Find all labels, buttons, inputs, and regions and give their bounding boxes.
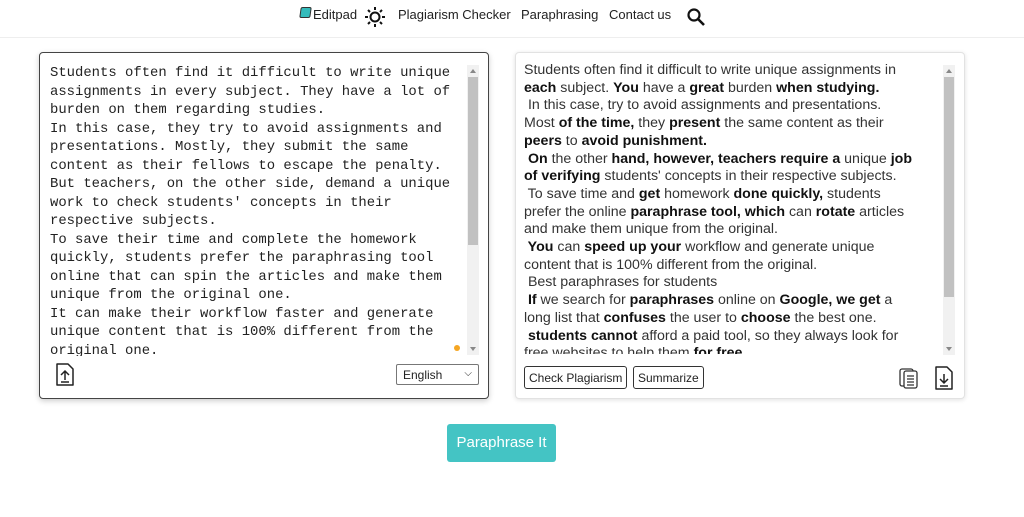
output-text[interactable]: Students often find it difficult to writ… [524, 62, 944, 354]
changed-word: present [669, 115, 721, 132]
output-scrollbar[interactable] [943, 65, 955, 355]
text-segment: a [880, 292, 893, 309]
changed-word: speed up your [584, 239, 682, 256]
text-segment: articles [855, 203, 905, 220]
output-line: On the other hand, however, teachers req… [524, 151, 944, 169]
text-segment: content that is 100% different from the … [524, 256, 818, 273]
output-line: of verifying students' concepts in their… [524, 168, 944, 186]
changed-word: avoid punishment. [581, 132, 707, 149]
output-line: and make them unique from the original. [524, 221, 944, 239]
text-segment: free websites to help them [524, 345, 694, 354]
text-segment: Most [524, 115, 559, 132]
output-line: each subject. You have a great burden wh… [524, 80, 944, 98]
text-segment: students [823, 185, 881, 202]
brand-link[interactable]: Editpad [313, 7, 357, 22]
changed-word: Google, we get [779, 292, 881, 309]
changed-word: great [689, 79, 725, 96]
text-segment: to [561, 132, 582, 149]
changed-word: of the time, [558, 115, 635, 132]
output-line: If we search for paraphrases online on G… [524, 292, 944, 310]
text-segment: we search for [536, 292, 630, 309]
upload-file-icon[interactable] [55, 363, 75, 386]
changed-word: students cannot [524, 327, 638, 344]
nav-paraphrasing[interactable]: Paraphrasing [521, 7, 598, 22]
text-segment: the other [547, 150, 612, 167]
changed-word: for free. [693, 345, 747, 354]
check-plagiarism-button[interactable]: Check Plagiarism [524, 366, 628, 389]
changed-word: peers [524, 132, 562, 149]
language-value: English [403, 368, 443, 382]
output-line: long list that confuses the user to choo… [524, 310, 944, 328]
status-dot [454, 345, 460, 351]
text-segment: long list that [524, 309, 604, 326]
text-segment: unique [840, 150, 891, 167]
output-line: students cannot afford a paid tool, so t… [524, 328, 944, 346]
text-segment: can [785, 203, 816, 220]
input-panel: Students often find it difficult to writ… [39, 52, 489, 399]
text-segment: Best paraphrases for students [524, 274, 718, 291]
book-icon [299, 7, 312, 18]
text-segment: and make them unique from the original. [524, 221, 778, 238]
changed-word: job [890, 150, 912, 167]
text-segment: the best one. [790, 309, 877, 326]
search-icon[interactable] [686, 7, 706, 27]
text-segment: Students often find it difficult to writ… [524, 62, 896, 78]
changed-word: get [638, 185, 661, 202]
text-segment: online on [714, 292, 780, 309]
output-line: In this case, try to avoid assignments a… [524, 97, 944, 115]
input-textarea[interactable]: Students often find it difficult to writ… [50, 64, 465, 356]
changed-word: of verifying [524, 168, 601, 185]
changed-word: done quickly, [733, 185, 824, 202]
sun-icon[interactable] [365, 7, 385, 27]
text-segment: the same content as their [720, 115, 884, 132]
download-icon[interactable] [934, 366, 954, 390]
text-segment: the user to [665, 309, 741, 326]
text-segment: prefer the online [524, 203, 631, 220]
changed-word: You [524, 239, 554, 256]
text-segment: In this case, try to avoid assignments a… [524, 97, 882, 114]
changed-word: when studying. [776, 79, 880, 96]
nav-plagiarism-checker[interactable]: Plagiarism Checker [398, 7, 511, 22]
changed-word: You [613, 79, 639, 96]
text-segment: workflow and generate unique [681, 239, 875, 256]
output-line: Best paraphrases for students [524, 274, 944, 292]
output-line: Most of the time, they present the same … [524, 115, 944, 133]
text-segment: afford a paid tool, so they always look … [637, 327, 899, 344]
text-segment: To save time and [524, 185, 639, 202]
language-select[interactable]: English ⌵ [396, 364, 479, 385]
changed-word: confuses [603, 309, 666, 326]
chevron-down-icon: ⌵ [464, 368, 472, 379]
output-line: Students often find it difficult to writ… [524, 62, 944, 80]
summarize-button[interactable]: Summarize [633, 366, 704, 389]
text-segment: burden [724, 79, 777, 96]
output-line: You can speed up your workflow and gener… [524, 239, 944, 257]
top-nav: Editpad Plagiarism Checker Paraphrasing … [0, 0, 1024, 38]
changed-word: hand, however, teachers require a [611, 150, 841, 167]
text-segment: homework [660, 185, 734, 202]
changed-word: If [524, 292, 537, 309]
text-segment: subject. [556, 79, 614, 96]
changed-word: choose [740, 309, 791, 326]
paraphrase-button[interactable]: Paraphrase It [447, 424, 556, 462]
changed-word: each [524, 79, 557, 96]
text-segment: can [553, 239, 585, 256]
output-line: free websites to help them for free. [524, 345, 944, 354]
changed-word: paraphrases [629, 292, 715, 309]
text-segment: they [634, 115, 670, 132]
output-line: content that is 100% different from the … [524, 257, 944, 275]
output-line: peers to avoid punishment. [524, 133, 944, 151]
changed-word: On [524, 150, 548, 167]
text-segment: have a [638, 79, 690, 96]
input-scrollbar[interactable] [467, 65, 479, 355]
text-segment: students' concepts in their respective s… [600, 168, 897, 185]
nav-contact-us[interactable]: Contact us [609, 7, 671, 22]
output-line: prefer the online paraphrase tool, which… [524, 204, 944, 222]
changed-word: paraphrase tool, which [630, 203, 786, 220]
output-line: To save time and get homework done quick… [524, 186, 944, 204]
output-panel: Students often find it difficult to writ… [515, 52, 965, 399]
copy-icon[interactable] [899, 366, 919, 390]
changed-word: rotate [815, 203, 856, 220]
